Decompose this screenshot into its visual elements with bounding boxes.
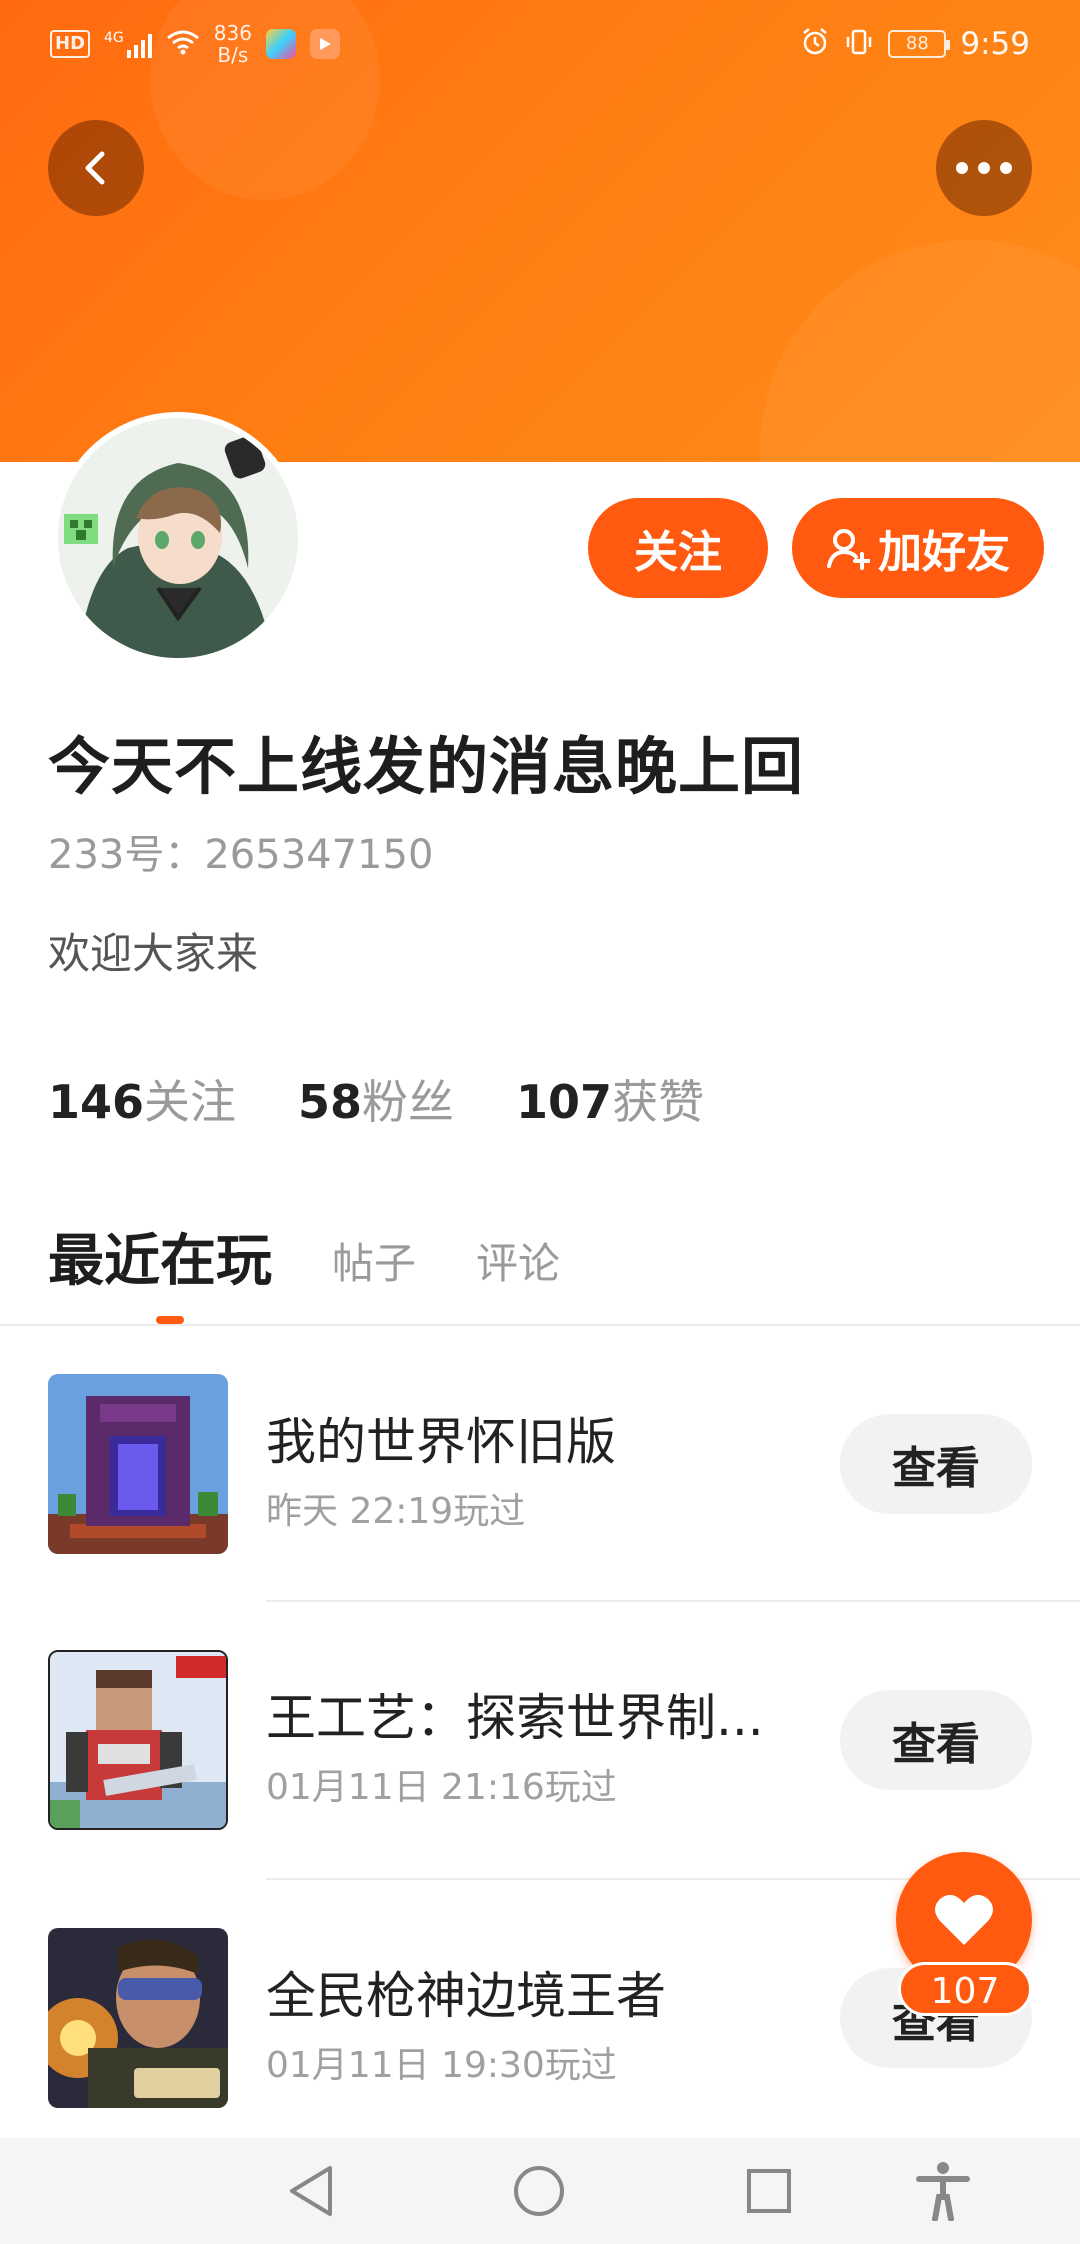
tab-recently-played[interactable]: 最近在玩 [48, 1216, 272, 1297]
list-item[interactable]: 我的世界怀旧版 昨天 22:19玩过 查看 [0, 1374, 1080, 1554]
wifi-icon [166, 29, 200, 59]
status-left: HD 4G 836 B/s [50, 22, 340, 66]
stat-label: 获赞 [612, 1075, 705, 1129]
stat-likes[interactable]: 107获赞 [516, 1066, 704, 1132]
speed-value: 836 [213, 21, 252, 45]
game-last-played: 01月11日 21:16玩过 [266, 1767, 617, 1808]
stat-label: 粉丝 [362, 1075, 455, 1129]
more-options-button[interactable] [936, 120, 1032, 216]
follow-button[interactable]: 关注 [588, 498, 768, 598]
nav-back-button[interactable] [280, 2160, 342, 2222]
stat-number: 107 [516, 1075, 613, 1129]
battery-indicator: 88 [888, 30, 951, 58]
active-tab-indicator [156, 1316, 184, 1324]
network-speed: 836 B/s [214, 22, 252, 66]
game-icon [48, 1928, 228, 2108]
tab-comments[interactable]: 评论 [476, 1230, 560, 1297]
back-button[interactable] [48, 120, 144, 216]
profile-tabs: 最近在玩 帖子 评论 [48, 1216, 560, 1297]
avatar[interactable] [52, 412, 304, 664]
back-triangle-icon [290, 2166, 332, 2216]
banner-decoration [760, 240, 1080, 462]
nav-recents-button[interactable] [738, 2160, 800, 2222]
game-icon [48, 1650, 228, 1830]
stat-followers[interactable]: 58粉丝 [298, 1066, 454, 1132]
stat-following[interactable]: 146关注 [48, 1066, 236, 1132]
view-button[interactable]: 查看 [840, 1414, 1032, 1514]
status-bar: HD 4G 836 B/s 88 9:59 [0, 0, 1080, 96]
more-dots-icon [956, 162, 1012, 174]
nav-home-button[interactable] [508, 2160, 570, 2222]
list-item[interactable]: 王工艺：探索世界制... 01月11日 21:16玩过 查看 [0, 1650, 1080, 1830]
profile-stats: 146关注 58粉丝 107获赞 [48, 1066, 704, 1132]
home-circle-icon [514, 2166, 564, 2216]
system-navigation-bar [0, 2138, 1080, 2244]
divider [0, 1324, 1080, 1326]
user-bio: 欢迎大家来 [48, 929, 259, 978]
game-last-played: 昨天 22:19玩过 [266, 1491, 526, 1532]
tab-posts[interactable]: 帖子 [332, 1230, 416, 1297]
network-type: 4G [104, 30, 124, 46]
heart-icon [935, 1894, 993, 1945]
stat-label: 关注 [144, 1075, 237, 1129]
accessibility-icon [916, 2162, 970, 2221]
signal-icon: 4G [104, 30, 152, 58]
alarm-icon [800, 27, 830, 61]
speed-unit: B/s [217, 43, 249, 67]
view-button[interactable]: 查看 [840, 1690, 1032, 1790]
game-icon [48, 1374, 228, 1554]
stat-number: 58 [298, 1075, 363, 1129]
game-name: 全民枪神边境王者 [266, 1967, 666, 2025]
app-notification-icon [265, 29, 296, 59]
chevron-left-icon [85, 151, 105, 185]
divider [266, 1600, 1080, 1602]
user-nickname: 今天不上线发的消息晚上回 [48, 730, 805, 803]
status-right: 88 9:59 [800, 26, 1030, 62]
vibrate-icon [844, 27, 874, 61]
add-friend-label: 加好友 [878, 527, 1010, 578]
like-count: 107 [898, 1962, 1032, 2016]
hd-indicator: HD [50, 30, 91, 58]
stat-number: 146 [48, 1075, 145, 1129]
status-time: 9:59 [960, 26, 1030, 62]
game-name: 我的世界怀旧版 [266, 1413, 616, 1471]
add-user-icon [827, 529, 870, 570]
recents-square-icon [747, 2169, 791, 2213]
add-friend-button[interactable]: 加好友 [792, 498, 1044, 598]
video-app-icon [309, 29, 340, 59]
profile-page: HD 4G 836 B/s 88 9:59 关注 加好友 今天不上线发的消息晚上… [0, 0, 1080, 2244]
game-name: 王工艺：探索世界制... [266, 1689, 764, 1747]
nav-accessibility-button[interactable] [912, 2160, 974, 2222]
avatar-image [58, 418, 298, 658]
game-last-played: 01月11日 19:30玩过 [266, 2045, 617, 2086]
user-id: 233号：265347150 [48, 832, 434, 878]
